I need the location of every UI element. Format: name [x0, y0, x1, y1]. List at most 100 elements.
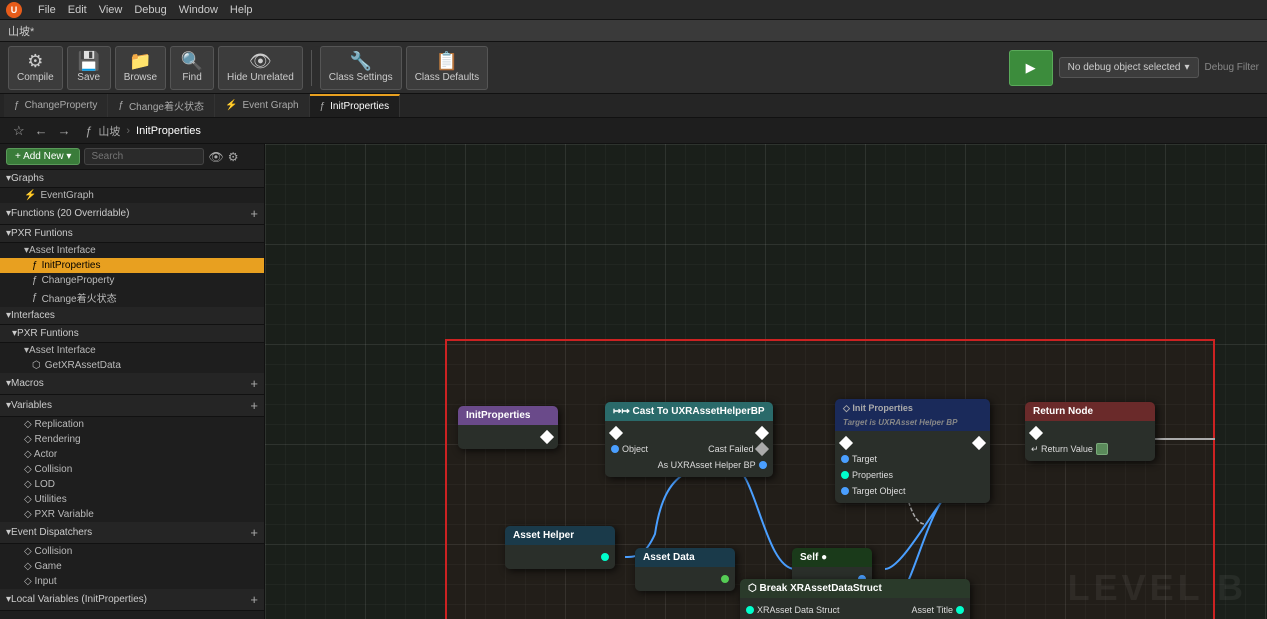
node-ipc-target-pin[interactable]	[841, 455, 849, 463]
tab-init-properties[interactable]: ƒ InitProperties	[310, 94, 400, 117]
class-defaults-button[interactable]: 📋 Class Defaults	[406, 46, 488, 90]
compile-button[interactable]: ⚙ Compile	[8, 46, 63, 90]
node-cast-failed-pin[interactable]	[755, 442, 769, 456]
actor-label: ◇ Actor	[24, 449, 57, 460]
node-ipc-exec-in[interactable]	[839, 436, 853, 450]
node-ipc-target-obj-pin[interactable]	[841, 487, 849, 495]
pxr-functions2-header[interactable]: ▾PXR Funtions	[0, 325, 264, 343]
sidebar-search-input[interactable]	[84, 148, 204, 165]
play-button[interactable]: ▶	[1009, 50, 1053, 86]
node-asset-helper-out-pin[interactable]	[601, 553, 609, 561]
local-variables-add-button[interactable]: +	[250, 592, 258, 607]
sidebar-item-input[interactable]: ◇ Input	[0, 574, 264, 589]
event-graph-icon: ⚡	[24, 190, 36, 201]
functions-add-button[interactable]: +	[250, 206, 258, 221]
breadcrumb-root[interactable]: 山坡	[98, 123, 120, 139]
sidebar-item-collision[interactable]: ◇ Collision	[0, 462, 264, 477]
sidebar-item-game[interactable]: ◇ Game	[0, 559, 264, 574]
node-break-xrasset-title: ⬡ Break XRAssetDataStruct	[748, 583, 882, 594]
node-cast-failed-label: Cast Failed	[708, 444, 754, 454]
sidebar-item-utilities[interactable]: ◇ Utilities	[0, 492, 264, 507]
macros-header[interactable]: ▾Macros +	[0, 373, 264, 395]
event-dispatchers-header[interactable]: ▾Event Dispatchers +	[0, 522, 264, 544]
node-return-exec-in[interactable]	[1029, 426, 1043, 440]
pxr-functions-header[interactable]: ▾PXR Funtions	[0, 225, 264, 243]
node-break-xrasset[interactable]: ⬡ Break XRAssetDataStruct XRAsset Data S…	[740, 579, 970, 619]
graph-area[interactable]: InitProperties ↦↦ Cast To UXRAssetHelper…	[265, 144, 1267, 619]
sidebar-item-eventgraph[interactable]: ⚡ EventGraph	[0, 188, 264, 203]
graphs-header[interactable]: ▾Graphs	[0, 170, 264, 188]
node-return-value-checkbox[interactable]	[1096, 443, 1108, 455]
variables-add-button[interactable]: +	[250, 398, 258, 413]
find-icon: 🔍	[181, 52, 203, 70]
sidebar-item-change-fire[interactable]: ƒ Change着火状态	[0, 288, 264, 307]
event-dispatchers-label: ▾Event Dispatchers	[6, 527, 92, 538]
menu-item-file[interactable]: File	[38, 4, 56, 16]
rendering-label: ◇ Rendering	[24, 434, 81, 445]
variables-header[interactable]: ▾Variables +	[0, 395, 264, 417]
node-return-header: Return Node	[1025, 402, 1155, 421]
node-init-props-call[interactable]: ◇ Init Properties Target is UXRAsset Hel…	[835, 399, 990, 503]
macros-add-button[interactable]: +	[250, 376, 258, 391]
node-asset-data[interactable]: Asset Data	[635, 548, 735, 591]
debug-object-dropdown[interactable]: No debug object selected ▾	[1059, 57, 1199, 78]
node-cast-object-pin[interactable]	[611, 445, 619, 453]
toolbar: ⚙ Compile 💾 Save 📁 Browse 🔍 Find 👁 Hide …	[0, 42, 1267, 94]
sidebar-item-change-property[interactable]: ƒ ChangeProperty	[0, 273, 264, 288]
browse-button[interactable]: 📁 Browse	[115, 46, 166, 90]
node-break-xrasset-body: XRAsset Data Struct Asset Title Asset Ty…	[740, 598, 970, 619]
toolbar-separator	[311, 50, 312, 86]
sidebar-gear-button[interactable]: ⚙	[228, 150, 239, 164]
find-button[interactable]: 🔍 Find	[170, 46, 214, 90]
node-cast-to[interactable]: ↦↦ Cast To UXRAssetHelperBP Object	[605, 402, 773, 477]
node-init-exec-out-pin[interactable]	[540, 430, 554, 444]
event-dispatchers-add-button[interactable]: +	[250, 525, 258, 540]
functions-header[interactable]: ▾Functions (20 Overridable) +	[0, 203, 264, 225]
menu-item-edit[interactable]: Edit	[68, 4, 87, 16]
menu-item-debug[interactable]: Debug	[134, 4, 166, 16]
browse-label: Browse	[124, 72, 157, 83]
sidebar-item-actor[interactable]: ◇ Actor	[0, 447, 264, 462]
menu-item-view[interactable]: View	[99, 4, 123, 16]
node-ipc-props-pin[interactable]	[841, 471, 849, 479]
sidebar-item-get-xr-asset[interactable]: ⬡ GetXRAssetData	[0, 358, 264, 373]
hide-unrelated-button[interactable]: 👁 Hide Unrelated	[218, 46, 303, 90]
back-button[interactable]: ←	[32, 122, 51, 140]
node-init-properties[interactable]: InitProperties	[458, 406, 558, 449]
forward-button[interactable]: →	[55, 122, 74, 140]
sidebar-item-replication[interactable]: ◇ Replication	[0, 417, 264, 432]
node-init-properties-header: InitProperties	[458, 406, 558, 425]
tab-change-property[interactable]: ƒ ChangeProperty	[4, 94, 108, 117]
sidebar-item-lod[interactable]: ◇ LOD	[0, 477, 264, 492]
node-asset-data-out-pin[interactable]	[721, 575, 729, 583]
tab-change-fire[interactable]: ƒ Change着火状态	[108, 94, 215, 117]
save-button[interactable]: 💾 Save	[67, 46, 111, 90]
node-cast-title: ↦↦ Cast To UXRAssetHelperBP	[613, 406, 765, 417]
sidebar-item-collision2[interactable]: ◇ Collision	[0, 544, 264, 559]
sidebar-item-asset-interface2[interactable]: ▾Asset Interface	[0, 343, 264, 358]
menu-item-window[interactable]: Window	[179, 4, 218, 16]
node-break-asset-title-pin[interactable]	[956, 606, 964, 614]
node-ipc-exec-out[interactable]	[972, 436, 986, 450]
interfaces-header[interactable]: ▾Interfaces	[0, 307, 264, 325]
bookmark-button[interactable]: ☆	[10, 122, 28, 140]
eye-button[interactable]: 👁	[208, 150, 223, 164]
node-return[interactable]: Return Node ↵ Return Value	[1025, 402, 1155, 461]
tab-event-graph[interactable]: ⚡ Event Graph	[215, 94, 310, 117]
sidebar-item-pxr-variable[interactable]: ◇ PXR Variable	[0, 507, 264, 522]
node-cast-as-pin[interactable]	[759, 461, 767, 469]
sidebar-item-asset-interface[interactable]: ▾Asset Interface	[0, 243, 264, 258]
local-variables-header[interactable]: ▾Local Variables (InitProperties) +	[0, 589, 264, 611]
menu-item-help[interactable]: Help	[230, 4, 253, 16]
tab-change-fire-label: Change着火状态	[129, 98, 204, 113]
class-settings-button[interactable]: 🔧 Class Settings	[320, 46, 402, 90]
node-break-xrasset-in-pin[interactable]	[746, 606, 754, 614]
node-asset-helper[interactable]: Asset Helper	[505, 526, 615, 569]
node-cast-exec-out[interactable]	[755, 426, 769, 440]
sidebar-item-rendering[interactable]: ◇ Rendering	[0, 432, 264, 447]
add-new-button[interactable]: + Add New ▾	[6, 148, 80, 165]
node-init-props-call-body: Target Properties Target Object	[835, 431, 990, 503]
breadcrumb-bar: ☆ ← → ƒ 山坡 › InitProperties	[0, 118, 1267, 144]
sidebar-item-init-properties[interactable]: ƒ InitProperties	[0, 258, 264, 273]
node-cast-exec-in[interactable]	[609, 426, 623, 440]
